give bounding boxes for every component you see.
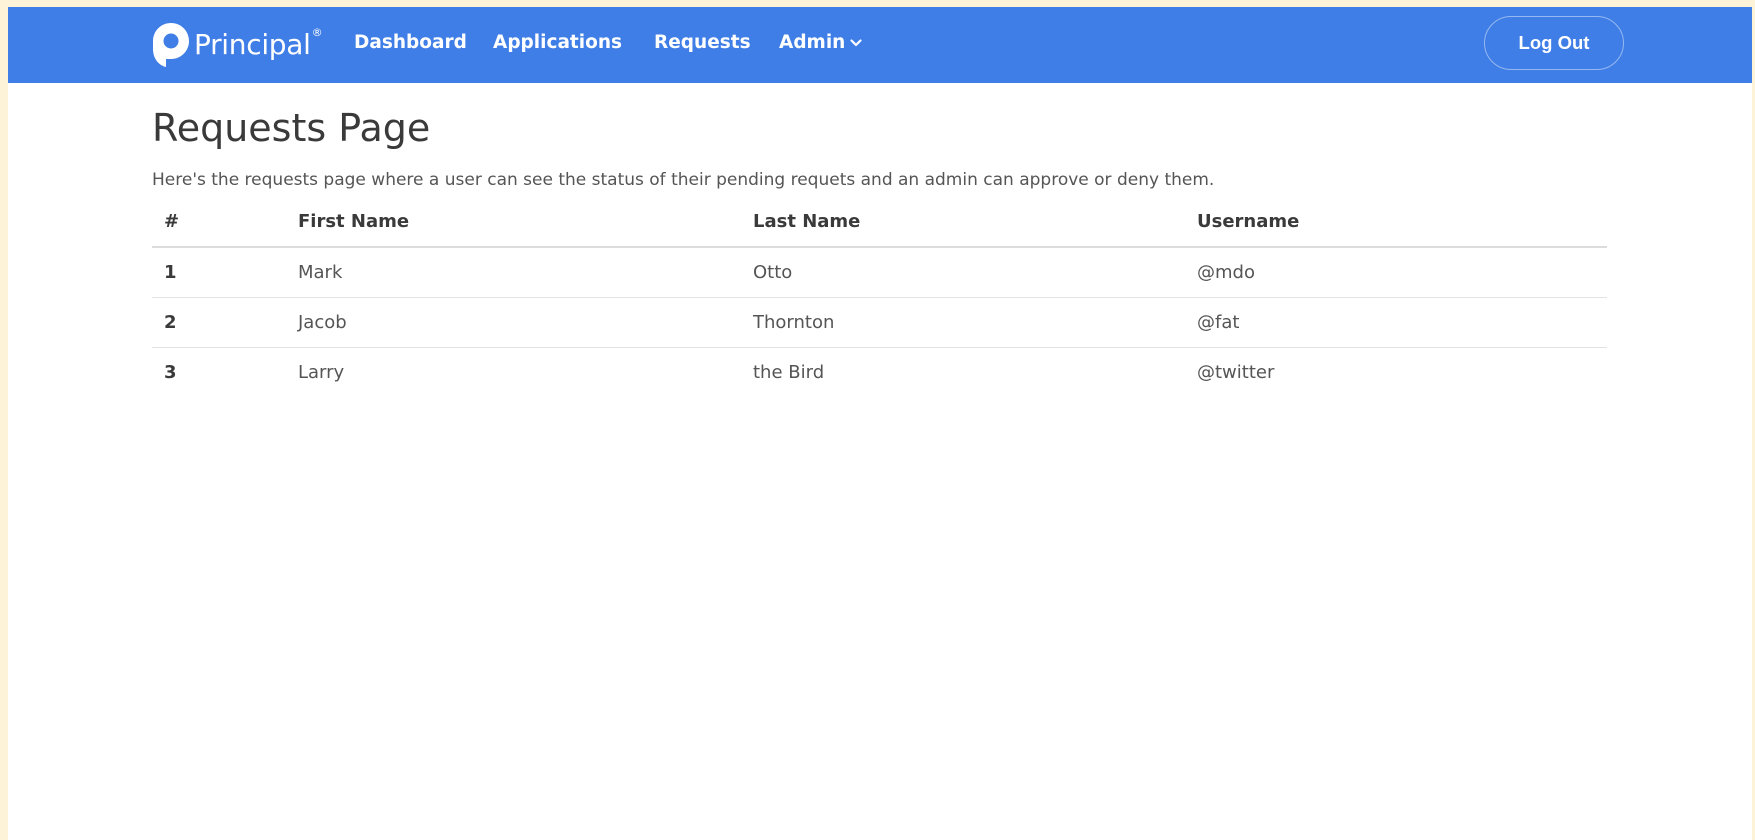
header-number: # (152, 197, 286, 248)
brand-name: Principal (194, 28, 311, 61)
page-title: Requests Page (152, 106, 431, 150)
brand-logo[interactable]: Principal ® (152, 21, 323, 69)
table-header-row: # First Name Last Name Username (152, 197, 1607, 248)
nav-applications[interactable]: Applications (493, 32, 622, 54)
top-navbar: Principal ® Dashboard Applications Reque… (8, 7, 1752, 83)
cell-number: 1 (152, 247, 286, 298)
cell-number: 3 (164, 362, 177, 383)
table-row: 2 Jacob Thornton @fat (152, 297, 1607, 348)
cell-last-name: the Bird (753, 362, 825, 383)
cell-last-name: Thornton (741, 297, 1185, 348)
table-row: 3 Larry the Bird @twitter (152, 348, 1607, 398)
header-first-name: First Name (286, 197, 741, 248)
cell-first-name: Jacob (286, 297, 741, 348)
cell-username: @twitter (1197, 362, 1275, 383)
cell-username: @mdo (1185, 247, 1607, 298)
nav-admin-label: Admin (779, 32, 846, 53)
nav-admin-dropdown[interactable]: Admin (779, 32, 862, 54)
principal-logo-icon (153, 23, 189, 67)
app-window: Principal ® Dashboard Applications Reque… (8, 7, 1752, 840)
cell-first-name: Larry (298, 362, 345, 383)
chevron-down-icon (850, 39, 862, 47)
registered-mark: ® (311, 26, 323, 39)
cell-last-name: Otto (741, 247, 1185, 298)
cell-username: @fat (1185, 297, 1607, 348)
table-row: 1 Mark Otto @mdo (152, 247, 1607, 298)
logout-button[interactable]: Log Out (1484, 16, 1624, 70)
nav-requests[interactable]: Requests (654, 32, 751, 54)
cell-first-name: Mark (286, 247, 741, 298)
requests-table: # First Name Last Name Username 1 Mark O… (152, 197, 1607, 397)
cell-number: 2 (152, 297, 286, 348)
header-username: Username (1185, 197, 1607, 248)
nav-dashboard[interactable]: Dashboard (354, 32, 467, 54)
header-last-name: Last Name (741, 197, 1185, 248)
page-description: Here's the requests page where a user ca… (152, 170, 1215, 190)
